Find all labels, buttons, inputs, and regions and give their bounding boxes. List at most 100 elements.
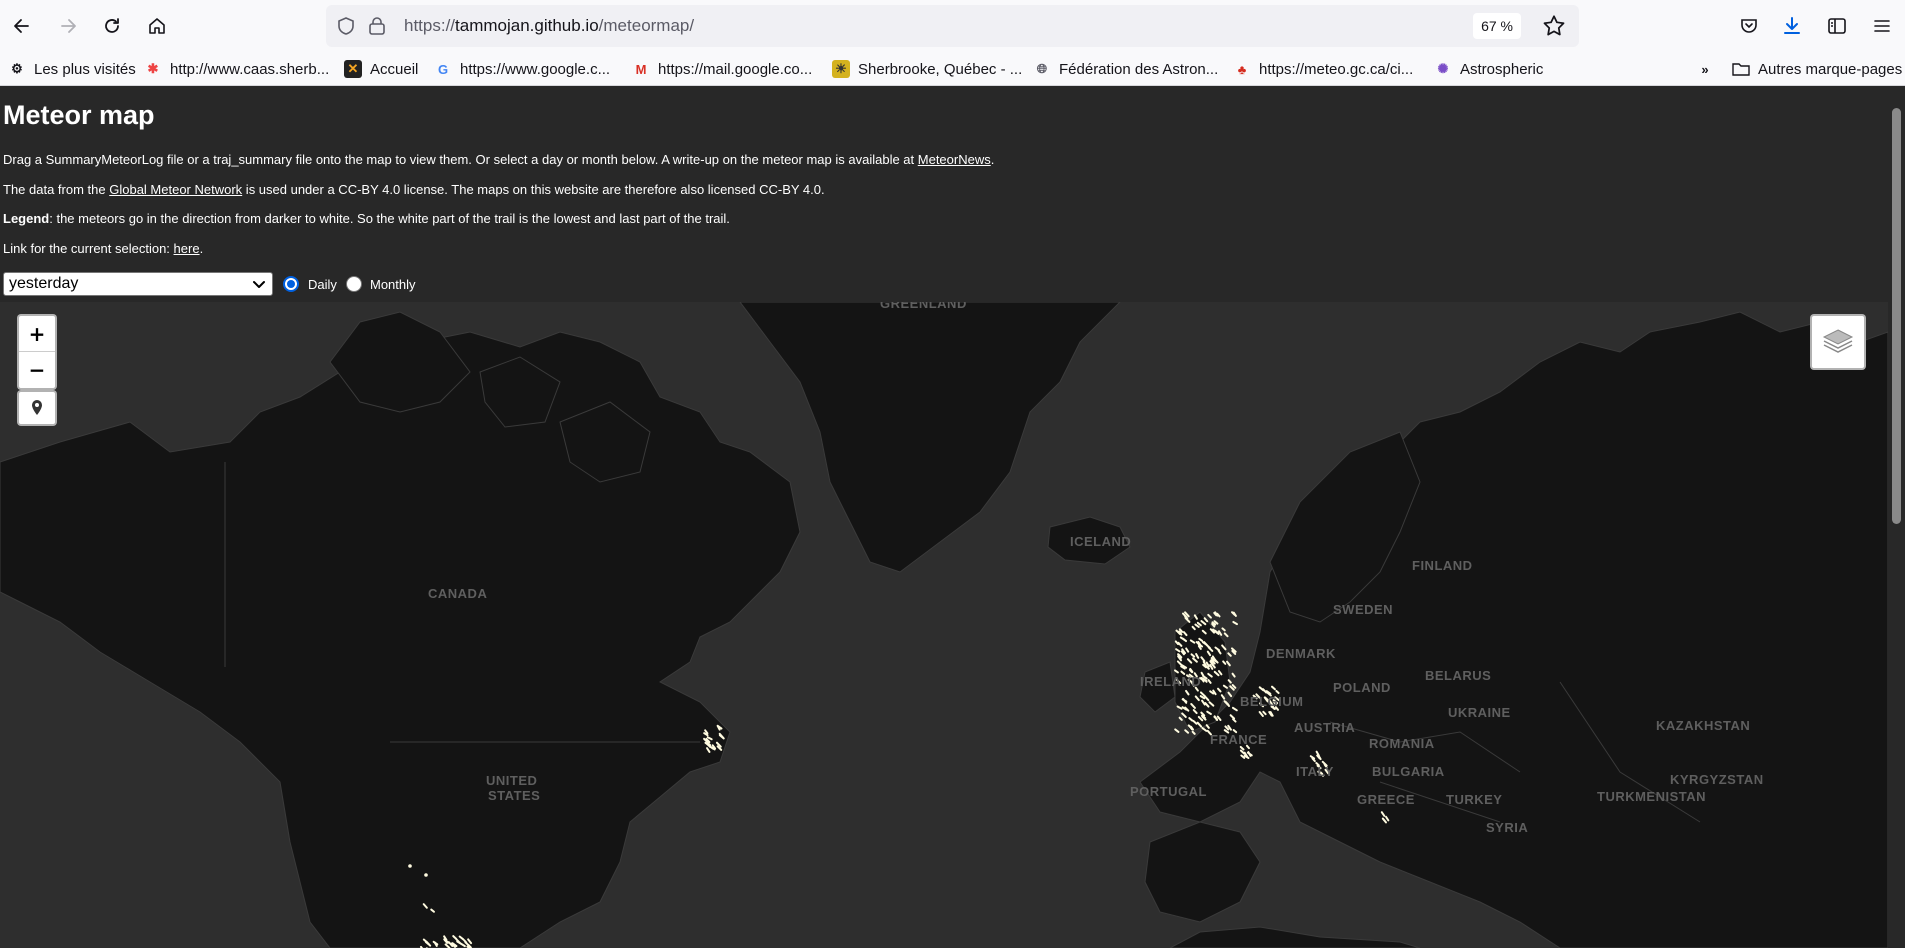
meteor-trail: [1221, 627, 1226, 632]
forward-button[interactable]: [52, 10, 84, 42]
bookmark-item[interactable]: ✱ http://www.caas.sherb...: [144, 57, 330, 81]
bookmark-label: https://mail.google.co...: [658, 60, 813, 78]
intro-end: .: [990, 152, 995, 167]
meteor-trail: [1231, 672, 1236, 678]
label-canada: CANADA: [428, 586, 488, 601]
zoom-level-badge[interactable]: 67 %: [1473, 13, 1521, 39]
bookmark-item[interactable]: ✺ Astrospheric: [1434, 57, 1544, 81]
label-sweden: SWEDEN: [1333, 602, 1394, 617]
reload-button[interactable]: [96, 10, 128, 42]
label-belgium: BELGIUM: [1240, 694, 1304, 709]
meteor-trail: [1231, 684, 1237, 689]
downloads-button[interactable]: [1776, 10, 1808, 42]
daily-radio[interactable]: [283, 276, 299, 292]
page-title: Meteor map: [3, 100, 155, 130]
url-host: tammojan.github.io: [455, 16, 599, 35]
pocket-button[interactable]: [1733, 10, 1765, 42]
other-bookmarks-label: Autres marque-pages: [1758, 60, 1903, 78]
meteor-trail: [1227, 691, 1233, 698]
label-finland: FINLAND: [1412, 558, 1473, 573]
weather-icon: ☀: [832, 60, 850, 78]
bookmark-star-icon[interactable]: [1541, 13, 1567, 39]
label-syria: SYRIA: [1486, 820, 1529, 835]
meteor-trail: [1207, 613, 1212, 619]
label-italy: ITALY: [1296, 764, 1334, 779]
bookmark-label: Fédération des Astron...: [1059, 60, 1219, 78]
license-text-2: is used under a CC-BY 4.0 license. The m…: [242, 182, 825, 197]
license-text-1: The data from the: [3, 182, 110, 197]
date-select[interactable]: yesterday: [3, 272, 273, 296]
arrow-right-icon: [61, 19, 76, 33]
bookmark-item[interactable]: ♣ https://meteo.gc.ca/ci...: [1233, 57, 1414, 81]
lock-icon[interactable]: [368, 16, 386, 36]
arrow-left-icon: [14, 19, 29, 33]
label-greenland: GREENLAND: [880, 302, 967, 311]
label-united: UNITED: [486, 773, 538, 788]
url-bar[interactable]: https://tammojan.github.io/meteormap/ 67…: [326, 5, 1579, 47]
label-states: STATES: [488, 788, 541, 803]
monthly-radio[interactable]: [346, 276, 362, 292]
label-kyrgyzstan: KYRGYZSTAN: [1670, 772, 1764, 787]
layers-icon: [1822, 329, 1854, 353]
pocket-icon: [1741, 19, 1757, 33]
scrollbar-thumb[interactable]: [1892, 108, 1901, 524]
url-scheme: https://: [404, 16, 456, 35]
bookmark-label: https://www.google.c...: [460, 60, 611, 78]
meteor-trail: [1223, 632, 1229, 638]
bookmark-item[interactable]: ☀ Sherbrooke, Québec - ...: [832, 57, 1022, 81]
zoom-in-button[interactable]: +: [19, 316, 55, 352]
url-text[interactable]: https://tammojan.github.io/meteormap/: [404, 16, 694, 36]
other-bookmarks-folder[interactable]: Autres marque-pages: [1732, 57, 1902, 81]
bookmark-item[interactable]: Mhttps://mail.google.co...: [632, 57, 813, 81]
app-icon: ✕: [344, 60, 362, 78]
bookmark-item[interactable]: ⚙ Les plus visités: [8, 57, 136, 81]
astrospheric-icon: ✺: [1437, 61, 1449, 76]
meteor-trail: [1191, 730, 1196, 735]
meteor-trail: [1174, 728, 1180, 733]
meteor-map[interactable]: GREENLAND ICELAND FINLAND CANADA SWEDEN …: [0, 302, 1888, 948]
license-paragraph: The data from the Global Meteor Network …: [3, 182, 825, 197]
maple-leaf-icon: ♣: [1237, 61, 1247, 77]
gmn-link[interactable]: Global Meteor Network: [109, 182, 242, 197]
meteornews-link[interactable]: MeteorNews: [918, 152, 991, 167]
locate-control[interactable]: [17, 390, 57, 426]
sidebar-icon: [1828, 18, 1846, 34]
tracking-shield-icon[interactable]: [336, 16, 356, 36]
iberia-landmass: [1144, 821, 1261, 923]
joomla-icon: ✱: [147, 61, 159, 76]
monthly-radio-label: Monthly: [370, 277, 416, 292]
page-scrollbar[interactable]: [1888, 86, 1905, 948]
chevron-double-right-icon: »: [1701, 61, 1709, 77]
layers-control[interactable]: [1810, 314, 1866, 370]
more-bookmarks-button[interactable]: »: [1696, 57, 1722, 81]
home-button[interactable]: [141, 10, 173, 42]
download-icon: [1784, 17, 1800, 34]
sidebar-button[interactable]: [1821, 10, 1853, 42]
label-belarus: BELARUS: [1425, 668, 1492, 683]
bookmark-item[interactable]: Ghttps://www.google.c...: [434, 57, 610, 81]
intro-paragraph: Drag a SummaryMeteorLog file or a traj_s…: [3, 152, 994, 167]
label-turkey: TURKEY: [1446, 792, 1503, 807]
selection-link[interactable]: here: [174, 241, 200, 256]
google-icon: G: [437, 61, 449, 77]
link-paragraph: Link for the current selection: here.: [3, 241, 203, 256]
legend-label: Legend: [3, 211, 50, 226]
label-turkmenistan: TURKMENISTAN: [1597, 789, 1707, 804]
menu-button[interactable]: [1866, 10, 1898, 42]
meteor-trail: [1227, 652, 1232, 657]
bookmark-label: Accueil: [370, 60, 419, 78]
bookmark-label: Astrospheric: [1460, 60, 1544, 78]
bookmark-item[interactable]: 🌐︎ Fédération des Astron...: [1033, 57, 1218, 81]
zoom-out-button[interactable]: −: [19, 352, 55, 388]
gear-icon: ⚙: [11, 61, 23, 76]
bookmark-label: https://meteo.gc.ca/ci...: [1259, 60, 1414, 78]
label-kazakhstan: KAZAKHSTAN: [1656, 718, 1751, 733]
back-button[interactable]: [6, 10, 38, 42]
folder-icon: [1732, 63, 1750, 76]
date-select-value: yesterday: [9, 275, 79, 292]
label-greece: GREECE: [1357, 792, 1415, 807]
daily-radio-label: Daily: [308, 277, 337, 292]
label-romania: ROMANIA: [1369, 736, 1435, 751]
legend-text: : the meteors go in the direction from d…: [49, 211, 730, 226]
bookmark-item[interactable]: ✕ Accueil: [344, 57, 418, 81]
